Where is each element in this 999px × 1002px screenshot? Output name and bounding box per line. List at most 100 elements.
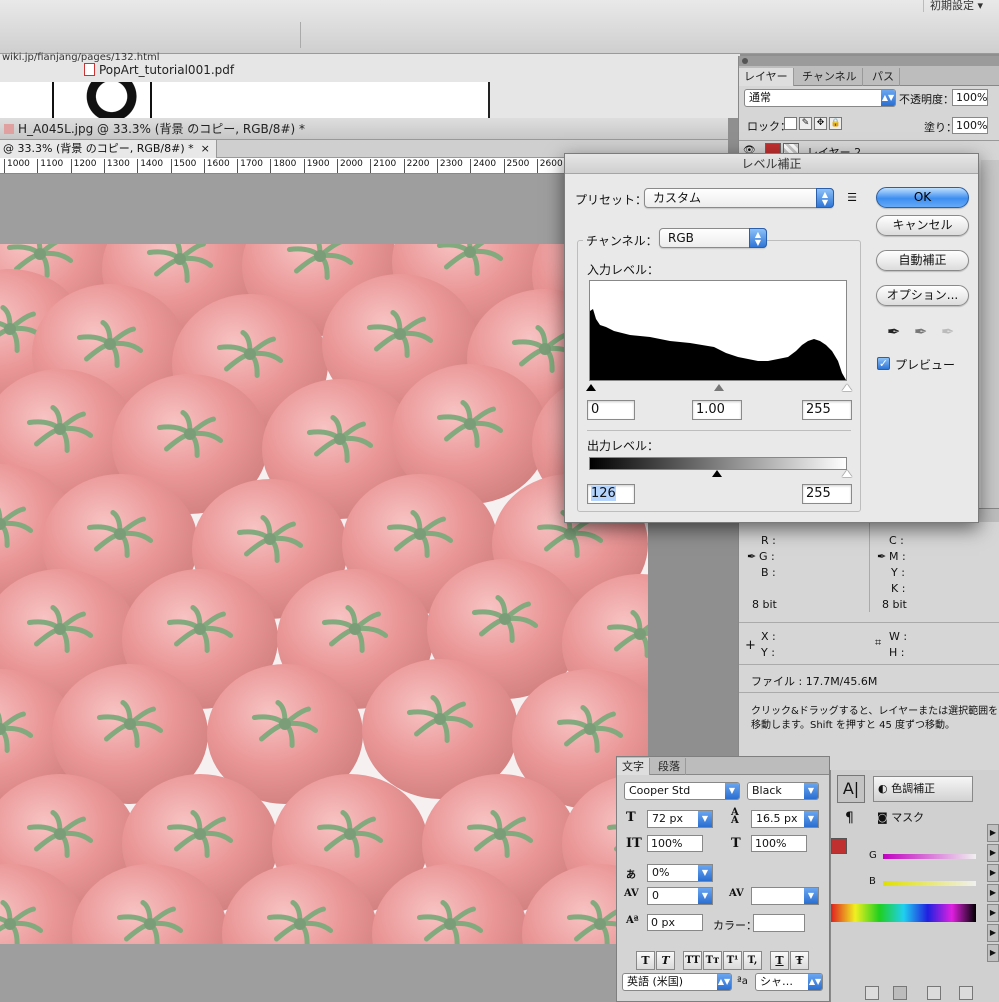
close-tab-icon[interactable]: × [201, 142, 210, 155]
info-divider-2 [739, 622, 999, 623]
adjustments-button[interactable]: ◐ 色調補正 [873, 776, 973, 802]
input-gamma-field[interactable]: 1.00 [692, 400, 742, 420]
vertical-scale-input[interactable]: 100% [647, 835, 703, 852]
language-select[interactable]: 英語 (米国) ▲▼ [622, 973, 732, 991]
baseline-shift-input[interactable]: 0 px [647, 914, 703, 931]
panel-expand-icon[interactable]: ▶ [987, 904, 999, 922]
ruler-tick-label: 2400 [470, 159, 496, 173]
auto-button[interactable]: 自動補正 [876, 250, 969, 271]
input-black-field[interactable]: 0 [587, 400, 635, 420]
ok-button[interactable]: OK [876, 187, 969, 208]
underline-button[interactable]: T [770, 951, 789, 970]
tab-paragraph[interactable]: 段落 [653, 758, 686, 775]
lock-buttons: ✎ ✥ 🔒 [784, 117, 844, 131]
tab-layers[interactable]: レイヤー [739, 68, 794, 86]
browser-tab[interactable]: PopArt_tutorial001.pdf [84, 63, 234, 77]
color-spectrum[interactable] [831, 904, 976, 922]
superscript-button[interactable]: T¹ [723, 951, 742, 970]
text-color-swatch[interactable] [753, 914, 805, 932]
info-divider [869, 522, 870, 612]
document-tab-label: @ 33.3% (背景 のコピー, RGB/8#) * [3, 142, 194, 155]
font-size-select[interactable]: 72 px ▼ [647, 810, 713, 828]
gray-eyedropper-icon[interactable]: ✒ [914, 322, 927, 341]
application-bar: 初期設定 ▾ [0, 0, 999, 54]
faux-bold-button[interactable]: T [636, 951, 655, 970]
white-eyedropper-icon[interactable]: ✒ [941, 322, 954, 341]
vertical-scale-icon: IT [626, 836, 642, 851]
screen-mode-icon[interactable] [893, 986, 907, 1000]
document-tab[interactable]: @ 33.3% (背景 のコピー, RGB/8#) * × [0, 140, 217, 158]
chevron-down-icon: ▼ [698, 865, 712, 881]
lock-position-icon[interactable]: ✥ [814, 117, 827, 130]
black-eyedropper-icon[interactable]: ✒ [887, 322, 900, 341]
all-caps-button[interactable]: TT [683, 951, 702, 970]
channel-value: RGB [668, 231, 694, 245]
character-panel-icon[interactable]: A| [837, 775, 865, 803]
output-black-field[interactable]: 126 [587, 484, 635, 504]
panel-expand-icon[interactable]: ▶ [987, 884, 999, 902]
tomato-photo[interactable] [0, 244, 648, 944]
preset-select[interactable]: カスタム ▲ ▼ [644, 188, 834, 208]
document-window-title[interactable]: H_A045L.jpg @ 33.3% (背景 のコピー, RGB/8#) * [0, 118, 728, 140]
input-gamma-slider[interactable] [714, 384, 724, 391]
lock-pixels-icon[interactable]: ✎ [799, 117, 812, 130]
browser-url[interactable]: wiki.jp/fianjang/pages/132.html [2, 52, 160, 63]
subscript-button[interactable]: T, [743, 951, 762, 970]
panel-scrollbar[interactable] [981, 160, 999, 510]
panel-expand-icon[interactable]: ▶ [987, 944, 999, 962]
strikethrough-button[interactable]: Ŧ [790, 951, 809, 970]
lock-transparency-icon[interactable] [784, 117, 797, 130]
font-size-value: 72 px [652, 812, 683, 825]
output-white-field[interactable]: 255 [802, 484, 852, 504]
lock-all-icon[interactable]: 🔒 [829, 117, 842, 130]
kerning-select[interactable]: 0 ▼ [647, 887, 713, 905]
input-black-slider[interactable] [586, 384, 596, 391]
preset-options-icon[interactable]: ☰ [844, 190, 860, 206]
browser-tab-label: PopArt_tutorial001.pdf [99, 63, 235, 77]
channel-select[interactable]: RGB ▲ ▼ [659, 228, 767, 248]
panel-close-icon[interactable] [742, 58, 748, 64]
tracking-select[interactable]: ▼ [751, 887, 819, 905]
tab-channels[interactable]: チャンネル [797, 68, 863, 86]
font-family-select[interactable]: Cooper Std ▼ [624, 782, 740, 800]
blend-mode-select[interactable]: 通常 ▲▼ [744, 89, 896, 107]
small-caps-button[interactable]: Tт [703, 951, 722, 970]
panel-expand-icon[interactable]: ▶ [987, 924, 999, 942]
tab-paths[interactable]: パス [867, 68, 900, 86]
workspace-switcher[interactable]: 初期設定 ▾ [922, 0, 989, 12]
faux-italic-button[interactable]: T [656, 951, 675, 970]
panel-expand-icon[interactable]: ▶ [987, 844, 999, 862]
tab-character[interactable]: 文字 [617, 758, 650, 775]
output-black-slider[interactable] [712, 470, 722, 477]
opacity-input[interactable]: 100% [952, 89, 988, 106]
preview-checkbox[interactable]: ✓ [877, 357, 890, 370]
screen-mode-icon[interactable] [927, 986, 941, 1000]
output-white-slider[interactable] [842, 470, 852, 477]
tsume-select[interactable]: 0% ▼ [647, 864, 713, 882]
screen-mode-icon[interactable] [959, 986, 973, 1000]
chevron-down-icon: ▼ [698, 888, 712, 904]
foreground-color-swatch[interactable] [831, 838, 847, 854]
font-style-select[interactable]: Black ▼ [747, 782, 819, 800]
panel-expand-icon[interactable]: ▶ [987, 824, 999, 842]
cancel-button[interactable]: キャンセル [876, 215, 969, 236]
options-button[interactable]: オプション... [876, 285, 969, 306]
fill-input[interactable]: 100% [952, 117, 988, 134]
input-white-field[interactable]: 255 [802, 400, 852, 420]
screen-mode-icon[interactable] [865, 986, 879, 1000]
panel-expand-icon[interactable]: ▶ [987, 864, 999, 882]
ruler-tick-label: 1600 [203, 159, 230, 173]
anti-alias-select[interactable]: シャ… ▲▼ [755, 973, 823, 991]
horizontal-scale-input[interactable]: 100% [751, 835, 807, 852]
input-white-slider[interactable] [842, 384, 852, 391]
leading-select[interactable]: 16.5 px ▼ [751, 810, 819, 828]
info-yy: Y : [761, 646, 775, 659]
masks-button[interactable]: ◙ マスク [873, 806, 973, 832]
chevron-down-icon: ▼ [804, 888, 818, 904]
green-slider-bar[interactable] [883, 854, 976, 859]
blue-slider-bar[interactable] [883, 881, 976, 886]
panel-dock-header [739, 56, 999, 66]
paragraph-panel-icon[interactable]: ¶ [845, 810, 854, 826]
leading-icon: AA [731, 807, 739, 826]
ruler-tick-label: 1300 [103, 159, 130, 173]
